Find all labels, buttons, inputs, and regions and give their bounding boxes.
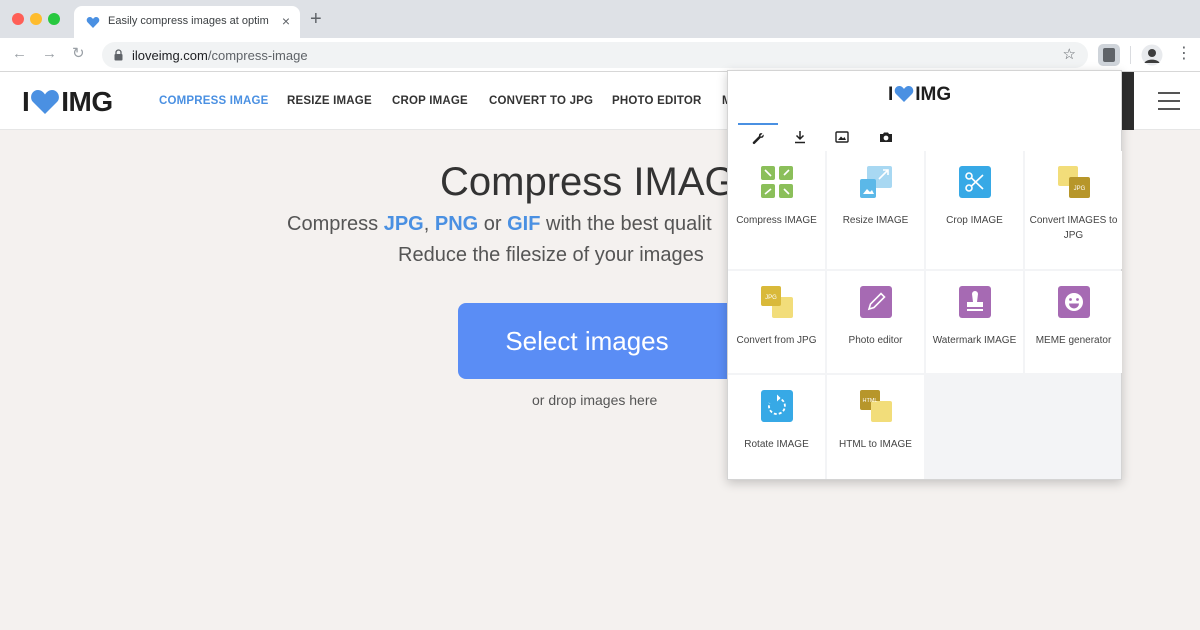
subtitle-line-2: Reduce the filesize of your images: [398, 244, 704, 266]
watermark-icon: [959, 286, 991, 318]
profile-avatar-icon[interactable]: [1141, 44, 1163, 66]
tool-label: Convert IMAGES to JPG: [1029, 215, 1118, 241]
convert-to-jpg-icon: JPG: [1058, 166, 1090, 198]
popup-tab-downloads[interactable]: [780, 123, 820, 151]
minimize-window-button[interactable]: [30, 13, 42, 25]
html-to-image-icon: HTML: [860, 390, 892, 422]
photo-editor-icon: [860, 286, 892, 318]
tool-label: Photo editor: [848, 335, 903, 346]
nav-photo-editor[interactable]: PHOTO EDITOR: [612, 95, 702, 107]
hamburger-menu-icon[interactable]: [1158, 92, 1180, 110]
iloveimg-extension-icon[interactable]: [1098, 44, 1120, 66]
maximize-window-button[interactable]: [48, 13, 60, 25]
popup-tab-images[interactable]: [822, 123, 862, 151]
meme-icon: [1058, 286, 1090, 318]
tool-label: Crop IMAGE: [946, 215, 1003, 226]
nav-resize-image[interactable]: RESIZE IMAGE: [287, 95, 372, 107]
compress-icon: [761, 166, 793, 198]
tool-html-to-image[interactable]: HTML HTML to IMAGE: [827, 375, 924, 479]
select-images-button[interactable]: Select images: [458, 303, 744, 379]
tools-grid: Compress IMAGE Resize IMAGE Crop IMAGE J…: [728, 151, 1122, 479]
url-host: iloveimg.com: [132, 48, 208, 63]
image-icon: [835, 131, 849, 143]
bookmark-star-icon[interactable]: ☆: [1063, 45, 1076, 63]
crop-icon: [959, 166, 991, 198]
close-tab-icon[interactable]: ×: [282, 13, 290, 29]
tool-label: Convert from JPG: [736, 335, 817, 346]
tool-resize-image[interactable]: Resize IMAGE: [827, 151, 924, 269]
heart-logo-icon: [894, 86, 914, 102]
heart-favicon-icon: [86, 17, 100, 28]
browser-tab[interactable]: Easily compress images at optim ×: [74, 6, 300, 38]
download-icon: [795, 131, 805, 144]
heart-logo-icon: [31, 90, 60, 114]
nav-compress-image[interactable]: COMPRESS IMAGE: [159, 95, 269, 107]
svg-text:JPG: JPG: [1074, 186, 1086, 192]
wrench-icon: [752, 133, 764, 145]
nav-convert-to-jpg[interactable]: CONVERT TO JPG: [489, 95, 593, 107]
resize-icon: [860, 166, 892, 198]
iloveimg-logo[interactable]: I IMG: [22, 86, 113, 118]
lock-icon: [114, 49, 123, 61]
url-text: iloveimg.com/compress-image: [132, 48, 308, 63]
tool-convert-to-jpg[interactable]: JPG Convert IMAGES to JPG: [1025, 151, 1122, 269]
header-dark-block: [1120, 72, 1134, 130]
browser-toolbar: ← → ↻ iloveimg.com/compress-image ☆: [0, 38, 1200, 72]
tool-label: Resize IMAGE: [842, 215, 909, 226]
reload-icon[interactable]: ↻: [72, 45, 85, 63]
tool-label: HTML to IMAGE: [839, 439, 912, 450]
camera-icon: [880, 132, 892, 142]
tool-label: Compress IMAGE: [736, 215, 817, 226]
popup-tab-tools[interactable]: [738, 123, 778, 151]
extension-popup: I IMG Compress IMAGE Resize IMAGE Crop I…: [727, 70, 1122, 480]
convert-from-jpg-icon: JPG: [761, 286, 793, 318]
tool-watermark-image[interactable]: Watermark IMAGE: [926, 271, 1023, 373]
tool-crop-image[interactable]: Crop IMAGE: [926, 151, 1023, 269]
tool-label: Watermark IMAGE: [932, 335, 1017, 346]
tool-meme-generator[interactable]: MEME generator: [1025, 271, 1122, 373]
tool-convert-from-jpg[interactable]: JPG Convert from JPG: [728, 271, 825, 373]
url-path: /compress-image: [207, 48, 308, 63]
rotate-icon: [761, 390, 793, 422]
popup-tab-screenshot[interactable]: [866, 123, 906, 151]
forward-icon[interactable]: →: [42, 45, 57, 63]
back-icon[interactable]: ←: [12, 45, 27, 63]
browser-tab-bar: Easily compress images at optim × +: [0, 0, 1200, 38]
new-tab-button[interactable]: +: [310, 8, 322, 30]
close-window-button[interactable]: [12, 13, 24, 25]
svg-text:HTML: HTML: [863, 398, 878, 404]
nav-crop-image[interactable]: CROP IMAGE: [392, 95, 468, 107]
tool-rotate-image[interactable]: Rotate IMAGE: [728, 375, 825, 479]
tab-title: Easily compress images at optim: [108, 15, 269, 27]
address-bar[interactable]: iloveimg.com/compress-image ☆: [102, 42, 1088, 68]
toolbar-divider: [1130, 46, 1131, 64]
tool-photo-editor[interactable]: Photo editor: [827, 271, 924, 373]
drop-hint: or drop images here: [532, 392, 658, 408]
svg-text:JPG: JPG: [765, 295, 777, 301]
browser-menu-icon[interactable]: ⋮: [1176, 44, 1192, 64]
page-title: Compress IMAG: [440, 160, 736, 204]
tool-label: MEME generator: [1035, 335, 1112, 346]
popup-logo: I IMG: [888, 84, 952, 105]
tool-compress-image[interactable]: Compress IMAGE: [728, 151, 825, 269]
subtitle-line-1: Compress JPG, PNG or GIF with the best q…: [287, 213, 712, 235]
tool-label: Rotate IMAGE: [744, 439, 809, 450]
